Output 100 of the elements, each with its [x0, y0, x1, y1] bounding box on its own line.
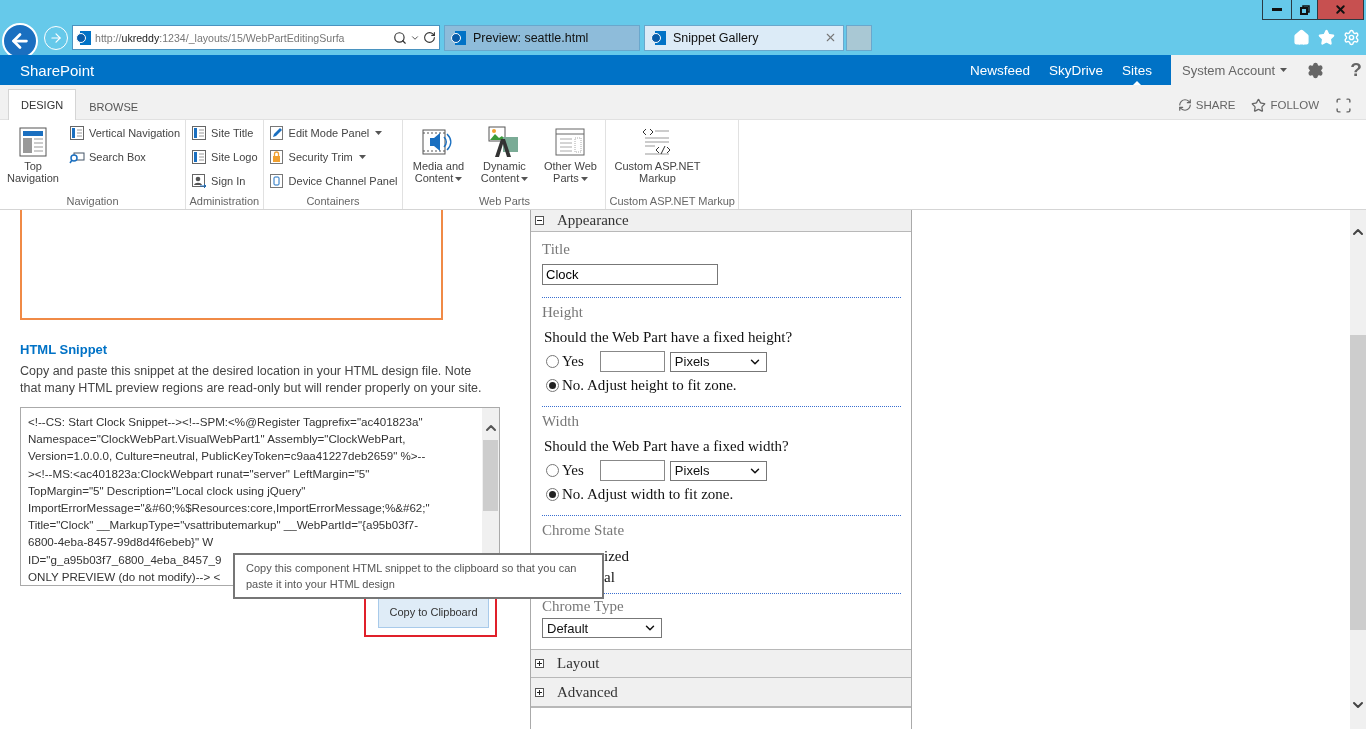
help-button[interactable]: ?	[1350, 59, 1362, 81]
code-line: TopMargin="5" Description="Local clock using jQuery"	[28, 482, 306, 499]
group-label: Web Parts	[477, 195, 532, 209]
code-line: Namespace="ClockWebPart.VisualWebPart1" Assembly="ClockWebPart,	[28, 431, 406, 448]
caret-icon	[455, 177, 463, 182]
suite-link[interactable]: SkyDrive	[1048, 55, 1103, 85]
expand-icon	[535, 687, 544, 697]
search-icon[interactable]	[393, 30, 407, 45]
group-label: Navigation	[65, 195, 120, 209]
ribbon-button[interactable]: Device Channel Panel	[266, 172, 400, 190]
size-input[interactable]	[599, 351, 665, 372]
person-icon	[191, 173, 208, 189]
section-header[interactable]: Appearance	[531, 210, 911, 232]
page-layout-icon	[17, 126, 49, 158]
url-text: http://ukreddy:1234/_layouts/15/WebPartEditingSurfa	[95, 31, 345, 44]
unit-select[interactable]: Pixels	[669, 460, 767, 481]
address-bar[interactable]: http://ukreddy:1234/_layouts/15/WebPartEditingSurfa	[72, 25, 440, 50]
field-label: Height	[542, 304, 584, 321]
caret-icon	[1280, 68, 1288, 72]
share-button[interactable]: SHARE	[1169, 91, 1244, 119]
ribbon-tab[interactable]: BROWSE	[76, 92, 152, 120]
ribbon-button[interactable]: Dynamic Content	[474, 124, 535, 195]
radio-label: al	[604, 569, 616, 586]
section-header[interactable]: Layout	[531, 649, 911, 678]
ribbon-button[interactable]: Edit Mode Panel	[266, 124, 400, 142]
brand-name: SharePoint	[20, 61, 95, 79]
sharepoint-logo-icon	[451, 29, 467, 46]
code-line: Title="Clock" __MarkupType="vsattributemarkup" __WebPartId="{a95b03f7-	[28, 517, 419, 534]
forward-icon	[49, 30, 63, 45]
radio-label: Yes	[562, 353, 584, 370]
ribbon-button[interactable]: Top Navigation	[3, 124, 63, 195]
ribbon-button[interactable]: Vertical Navigation	[67, 124, 183, 142]
suite-link[interactable]: Newsfeed	[969, 55, 1030, 85]
code-line: ><!--MS:<ac401823a:ClockWebpart runat="server" LeftMargin="5"	[28, 465, 370, 482]
unit-select[interactable]: Pixels	[669, 351, 767, 372]
code-line: 6800-4eba-8457-99d8d4f6ebeb}" W	[28, 534, 214, 551]
radio-label: Yes	[562, 462, 584, 479]
radio-label: ized	[604, 548, 630, 565]
ribbon-button[interactable]: Security Trim	[266, 148, 400, 166]
scrollbar[interactable]	[1350, 210, 1366, 729]
caret-icon	[521, 177, 529, 182]
minimize-icon	[1272, 8, 1282, 11]
code-line: <!--CS: Start Clock Snippet--><!--SPM:<%@Register Tagprefix="ac401823a"	[28, 414, 423, 430]
device-icon	[268, 173, 285, 189]
title-input[interactable]: Clock	[542, 264, 718, 285]
browser-tab[interactable]: Snippet Gallery	[644, 24, 844, 51]
group-label: Containers	[305, 195, 361, 209]
field-label: Title	[542, 241, 571, 258]
field-label: Chrome State	[542, 522, 626, 539]
ribbon-button[interactable]: Site Title	[189, 124, 260, 142]
close-icon	[1334, 3, 1347, 16]
size-input[interactable]	[599, 460, 665, 481]
caret-icon	[358, 155, 366, 159]
layout-icon	[191, 149, 208, 165]
close-button[interactable]	[1317, 0, 1364, 20]
sharepoint-logo-icon	[76, 29, 92, 46]
layout-icon	[191, 125, 208, 141]
question-text: Should the Web Part have a fixed height?	[544, 329, 794, 346]
star-icon[interactable]	[1318, 29, 1335, 46]
settings-icon[interactable]	[1307, 61, 1325, 79]
web-page-icon	[554, 126, 587, 158]
image-icon	[488, 126, 521, 158]
code-line: ONLY PREVIEW (do not modify)--> <	[28, 568, 221, 585]
tooltip: Copy this component HTML snippet to the clipboard so that you can paste it into your HTML design	[233, 553, 604, 599]
search-box-icon	[69, 149, 85, 165]
group-label: Custom ASP.NET Markup	[609, 195, 735, 209]
pencil-icon	[268, 125, 285, 141]
close-tab-icon[interactable]	[824, 31, 837, 44]
ribbon-button[interactable]: Site Logo	[189, 148, 260, 166]
code-line: Version=1.0.0.0, Culture=neutral, PublicKeyToken=c9aa41227deb2659" %>--	[28, 448, 426, 465]
star-icon	[1251, 97, 1267, 113]
field-label: Chrome Type	[542, 598, 625, 615]
chrome-type-select[interactable]: Default	[542, 618, 662, 638]
section-header[interactable]: Advanced	[531, 678, 911, 707]
ribbon-button[interactable]: Media and Content	[406, 124, 471, 195]
ribbon-button[interactable]: Other Web Parts	[538, 124, 603, 195]
question-text: Should the Web Part have a fixed width?	[544, 438, 790, 455]
account-menu[interactable]: System Account	[1182, 62, 1288, 78]
ribbon-button[interactable]: Search Box	[67, 148, 183, 166]
caret-icon	[580, 177, 588, 182]
refresh-icon[interactable]	[423, 31, 436, 44]
radio-label: No. Adjust height to fit zone.	[562, 377, 737, 394]
expand-icon	[535, 659, 544, 668]
ribbon-tab[interactable]: DESIGN	[8, 89, 77, 120]
browser-tab[interactable]: Preview: seattle.html	[444, 24, 640, 51]
ribbon-button[interactable]: Custom ASP.NET Markup	[609, 124, 706, 195]
caret-icon	[375, 131, 383, 135]
section-heading: HTML Snippet	[20, 342, 109, 357]
group-label: Administration	[189, 195, 260, 209]
field-label: Width	[542, 413, 580, 430]
minimize-button[interactable]	[1262, 0, 1292, 20]
layout-icon	[69, 125, 85, 141]
radio-label: No. Adjust width to fit zone.	[562, 486, 734, 503]
restore-icon	[1299, 4, 1310, 15]
collapse-icon	[535, 216, 544, 225]
code-line: ID="g_a95b03f7_6800_4eba_8457_9	[28, 551, 222, 568]
code-line: ImportErrorMessage="&#60;%$Resources:core,ImportErrorMessage;%&#62;"	[28, 500, 430, 516]
ribbon-button[interactable]: Sign In	[189, 172, 260, 190]
follow-button[interactable]: FOLLOW	[1243, 91, 1327, 119]
lock-icon	[268, 149, 285, 165]
